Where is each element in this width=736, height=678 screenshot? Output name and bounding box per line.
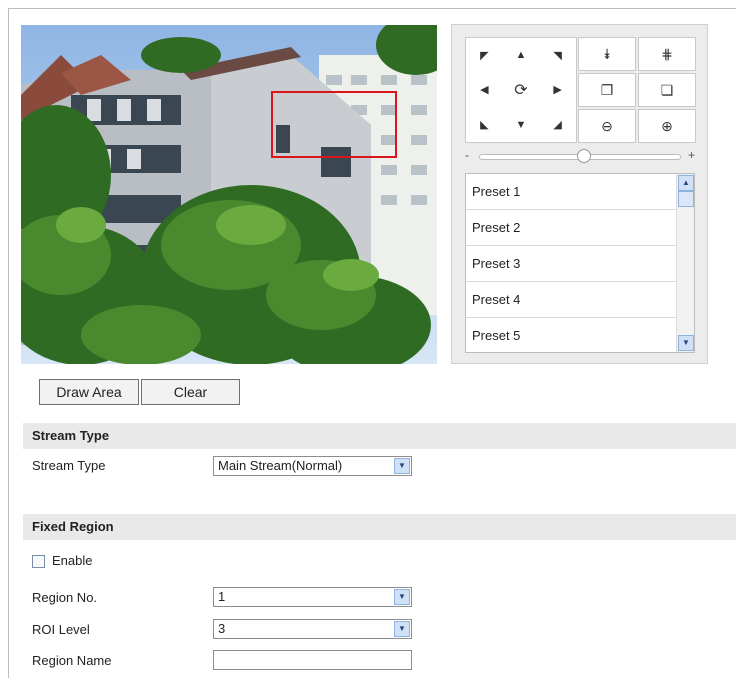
up-arrow-icon[interactable]: ▲ <box>503 38 540 73</box>
down-arrow-icon[interactable]: ▼ <box>503 107 540 142</box>
roi-level-label: ROI Level <box>32 622 90 637</box>
up-right-arrow-icon[interactable]: ◥ <box>539 38 576 73</box>
stream-type-select[interactable]: Main Stream(Normal) ▼ <box>213 456 412 476</box>
slider-minus-icon[interactable]: - <box>465 148 469 162</box>
stream-type-section-header: Stream Type <box>23 423 736 449</box>
down-right-arrow-icon[interactable]: ◢ <box>539 107 576 142</box>
ptz-control-panel: ◤ ▲ ◥ ◀ ⟳ ▶ ◣ ▼ ◢ ⯯ ⋕ ❐ ❏ ⊖ ⊕ - + Preset 1 Preset 2 Pre… <box>451 24 708 364</box>
enable-checkbox[interactable] <box>32 555 45 568</box>
region-no-value: 1 <box>218 589 226 604</box>
right-arrow-icon[interactable]: ▶ <box>539 73 576 108</box>
roi-level-value: 3 <box>218 621 226 636</box>
enable-label: Enable <box>52 553 93 568</box>
region-no-select[interactable]: 1 ▼ <box>213 587 412 607</box>
stream-type-value: Main Stream(Normal) <box>218 458 343 473</box>
left-arrow-icon[interactable]: ◀ <box>466 73 503 108</box>
down-left-arrow-icon[interactable]: ◣ <box>466 107 503 142</box>
slider-plus-icon[interactable]: + <box>688 148 695 162</box>
preset-scrollbar[interactable]: ▲ ▼ <box>676 174 694 352</box>
live-video-preview[interactable] <box>21 25 437 364</box>
preset-item[interactable]: Preset 5 <box>466 318 677 352</box>
fixed-region-section-header: Fixed Region <box>23 514 736 540</box>
up-left-arrow-icon[interactable]: ◤ <box>466 38 503 73</box>
iris-close-icon[interactable]: ⊖ <box>578 109 636 143</box>
draw-area-button[interactable]: Draw Area <box>39 379 139 405</box>
region-name-input[interactable] <box>213 650 412 670</box>
video-scene <box>21 25 437 364</box>
slider-thumb[interactable] <box>577 149 591 163</box>
zoom-in-icon[interactable]: ❏ <box>638 73 696 107</box>
region-name-label: Region Name <box>32 653 112 668</box>
region-no-label: Region No. <box>32 590 98 605</box>
preset-list: Preset 1 Preset 2 Preset 3 Preset 4 Preset 5… <box>465 173 695 353</box>
iris-open-icon[interactable]: ⊕ <box>638 109 696 143</box>
zoom-out-icon[interactable]: ❐ <box>578 73 636 107</box>
roi-area-box[interactable] <box>271 91 397 158</box>
preset-item[interactable]: Preset 3 <box>466 246 677 282</box>
ptz-direction-pad: ◤ ▲ ◥ ◀ ⟳ ▶ ◣ ▼ ◢ <box>465 37 577 143</box>
stream-type-label: Stream Type <box>32 458 106 473</box>
clear-button[interactable]: Clear <box>141 379 240 405</box>
auto-pan-icon[interactable]: ⟳ <box>503 73 540 108</box>
roi-level-select[interactable]: 3 ▼ <box>213 619 412 639</box>
preset-item[interactable]: Preset 4 <box>466 282 677 318</box>
chevron-down-icon[interactable]: ▼ <box>394 621 410 637</box>
ptz-lens-controls: ⯯ ⋕ ❐ ❏ ⊖ ⊕ <box>578 37 696 143</box>
chevron-down-icon[interactable]: ▼ <box>394 589 410 605</box>
scroll-thumb[interactable] <box>678 191 694 207</box>
chevron-down-icon[interactable]: ▼ <box>394 458 410 474</box>
preset-item[interactable]: Preset 2 <box>466 210 677 246</box>
preset-item[interactable]: Preset 1 <box>466 174 677 210</box>
focus-near-icon[interactable]: ⯯ <box>578 37 636 71</box>
focus-far-icon[interactable]: ⋕ <box>638 37 696 71</box>
scroll-up-icon[interactable]: ▲ <box>678 175 694 191</box>
scroll-down-icon[interactable]: ▼ <box>678 335 694 351</box>
ptz-speed-slider[interactable]: - + <box>465 148 695 163</box>
